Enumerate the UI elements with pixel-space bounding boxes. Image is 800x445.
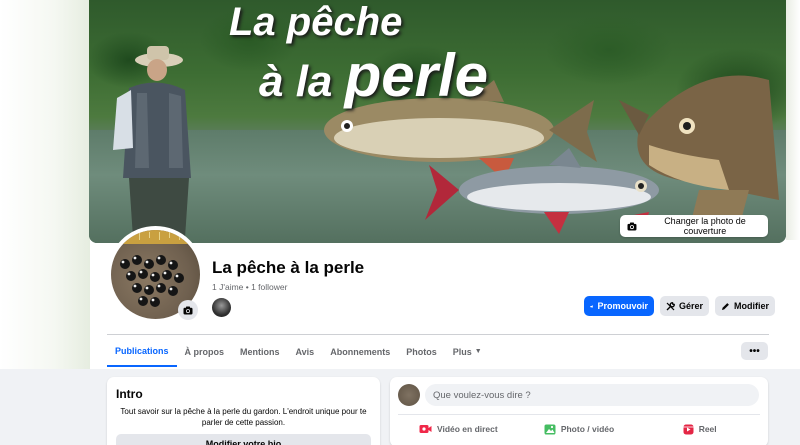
profile-tabs: Publications À propos Mentions Avis Abon… xyxy=(107,336,490,369)
avatar-camera-button[interactable] xyxy=(178,300,198,320)
photo-video-label: Photo / vidéo xyxy=(560,424,615,434)
cover-title-line2-prefix: à la xyxy=(259,57,345,106)
megaphone-icon xyxy=(590,304,593,308)
composer-actions: Vidéo en direct Photo / vidéo Reel xyxy=(398,419,760,439)
reel-icon xyxy=(683,424,694,434)
tab-photos[interactable]: Photos xyxy=(398,336,445,367)
page-stats[interactable]: 1 J'aime • 1 follower xyxy=(212,282,287,292)
cover-title: La pêche à la perle xyxy=(229,2,649,106)
manage-label: Gérer xyxy=(679,301,704,311)
tab-more[interactable]: Plus ▼ xyxy=(445,336,490,367)
reel-button[interactable]: Reel xyxy=(639,419,760,439)
cover-photo[interactable]: La pêche à la perle Changer la photo de … xyxy=(89,0,786,243)
follower-avatar[interactable] xyxy=(212,298,231,317)
tab-label: Avis xyxy=(295,346,315,357)
intro-text: Tout savoir sur la pêche à la perle du g… xyxy=(120,407,367,427)
tab-label: Publications xyxy=(115,345,169,356)
cover-title-line2-emphasis: perle xyxy=(344,42,489,109)
tab-about[interactable]: À propos xyxy=(177,336,233,367)
edit-button[interactable]: Modifier xyxy=(715,296,776,316)
tab-label: Plus xyxy=(452,346,472,357)
page-actions: Promouvoir Gérer Modifier xyxy=(584,296,776,316)
camera-icon xyxy=(627,222,637,230)
manage-button[interactable]: Gérer xyxy=(660,296,710,316)
edit-label: Modifier xyxy=(734,301,770,311)
tab-publications[interactable]: Publications xyxy=(107,336,177,367)
composer-input[interactable]: Que voulez-vous dire ? xyxy=(425,384,759,406)
live-video-icon xyxy=(419,425,432,433)
cover-title-line2: à la perle xyxy=(259,46,649,106)
tab-label: À propos xyxy=(184,346,225,357)
camera-icon xyxy=(183,306,193,314)
tab-subscriptions[interactable]: Abonnements xyxy=(322,336,398,367)
live-video-label: Vidéo en direct xyxy=(436,424,498,434)
composer-divider xyxy=(398,414,760,415)
wrench-icon xyxy=(666,301,675,310)
photo-video-button[interactable]: Photo / vidéo xyxy=(519,419,640,439)
cover-title-line1: La pêche xyxy=(229,0,403,44)
change-cover-label: Changer la photo de couverture xyxy=(664,216,746,236)
fisherman-figure xyxy=(113,46,191,238)
intro-title: Intro xyxy=(116,387,143,401)
edit-bio-button[interactable]: Modifier votre bio xyxy=(116,434,371,445)
live-video-button[interactable]: Vidéo en direct xyxy=(398,419,519,439)
header-divider xyxy=(107,334,769,335)
promote-button[interactable]: Promouvoir xyxy=(584,296,654,316)
caret-down-icon: ▼ xyxy=(474,348,482,355)
photo-icon xyxy=(544,424,556,434)
page-gutter-right xyxy=(786,0,800,240)
composer-avatar[interactable] xyxy=(398,384,420,406)
post-composer: Que voulez-vous dire ? Vidéo en direct P… xyxy=(390,377,768,445)
page-title: La pêche à la perle xyxy=(212,258,365,277)
tab-label: Mentions xyxy=(240,346,280,357)
change-cover-button[interactable]: Changer la photo de couverture xyxy=(620,215,768,237)
tab-mentions[interactable]: Mentions xyxy=(232,336,288,367)
intro-card: Intro Tout savoir sur la pêche à la perl… xyxy=(107,377,380,445)
promote-label: Promouvoir xyxy=(597,301,648,311)
more-options-button[interactable]: ••• xyxy=(741,342,768,360)
reel-label: Reel xyxy=(698,424,717,434)
pencil-icon xyxy=(722,302,729,310)
tab-label: Abonnements xyxy=(330,346,391,357)
tab-reviews[interactable]: Avis xyxy=(288,336,323,367)
tab-label: Photos xyxy=(406,346,437,357)
